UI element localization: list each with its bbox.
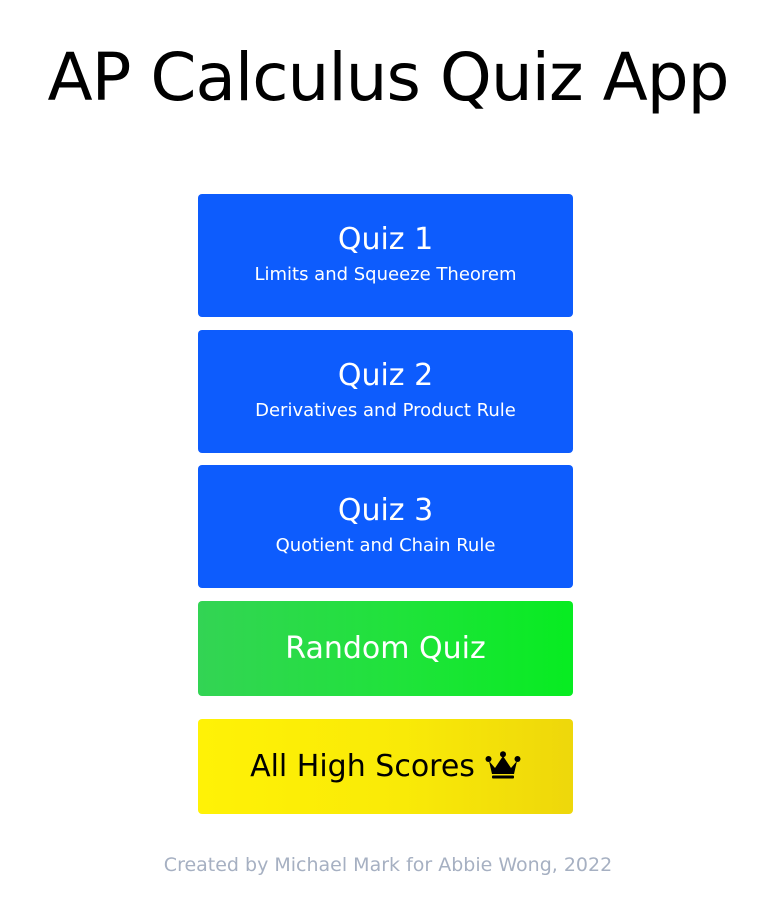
quiz-2-subtitle: Derivatives and Product Rule (255, 400, 516, 421)
quiz-1-subtitle: Limits and Squeeze Theorem (254, 264, 517, 285)
crown-icon (485, 750, 521, 778)
quiz-3-subtitle: Quotient and Chain Rule (275, 535, 496, 556)
quiz-2-button[interactable]: Quiz 2 Derivatives and Product Rule (198, 330, 573, 453)
quiz-3-title: Quiz 3 (337, 493, 434, 528)
random-quiz-button[interactable]: Random Quiz (198, 601, 573, 696)
quiz-1-button[interactable]: Quiz 1 Limits and Squeeze Theorem (198, 194, 573, 317)
quiz-2-title: Quiz 2 (337, 358, 434, 393)
random-quiz-label: Random Quiz (285, 631, 486, 666)
high-scores-label: All High Scores (250, 749, 475, 784)
footer-credit: Created by Michael Mark for Abbie Wong, … (163, 854, 613, 876)
quiz-1-title: Quiz 1 (337, 222, 434, 257)
high-scores-button[interactable]: All High Scores (198, 719, 573, 814)
page-title: AP Calculus Quiz App (47, 39, 729, 116)
quiz-3-button[interactable]: Quiz 3 Quotient and Chain Rule (198, 465, 573, 588)
